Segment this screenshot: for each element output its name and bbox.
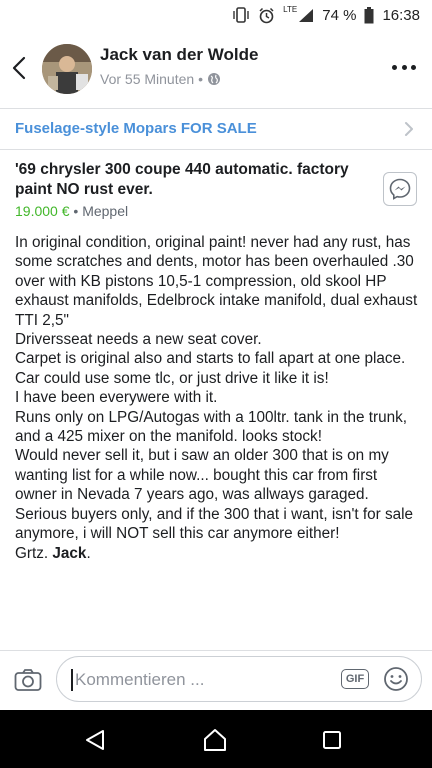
camera-button[interactable] (14, 668, 42, 697)
nav-recents-button[interactable] (322, 730, 342, 755)
signature-end: . (86, 544, 91, 562)
battery-icon (364, 6, 374, 24)
listing-info: '69 chrysler 300 coupe 440 automatic. fa… (15, 160, 370, 219)
listing-title: '69 chrysler 300 coupe 440 automatic. fa… (15, 161, 349, 198)
signal-icon: LTE (283, 4, 314, 23)
more-options-button[interactable] (392, 60, 416, 74)
avatar[interactable] (42, 44, 92, 94)
nav-back-button[interactable] (84, 729, 106, 756)
emoji-button[interactable] (383, 666, 409, 697)
globe-icon (208, 73, 221, 85)
listing-description: In original condition, original paint! n… (15, 233, 420, 563)
square-recents-icon (323, 731, 341, 749)
text-cursor (71, 669, 73, 691)
meta-separator: • (198, 71, 204, 87)
comment-placeholder: Kommentieren ... (75, 670, 205, 689)
signature: Jack (52, 544, 87, 562)
nav-home-button[interactable] (202, 728, 228, 757)
status-bar: LTE 74 % 16:38 (0, 0, 432, 30)
chevron-left-icon (12, 56, 26, 80)
comment-bar: Kommentieren ... GIF (0, 650, 432, 710)
listing-price: 19.000 € (15, 203, 70, 219)
group-link[interactable]: Fuselage-style Mopars FOR SALE (0, 109, 432, 149)
alarm-icon (258, 7, 275, 24)
more-dots-icon (392, 64, 397, 70)
battery-percent: 74 % (322, 6, 357, 24)
triangle-back-icon (86, 730, 104, 750)
back-button[interactable] (8, 50, 30, 86)
clock: 16:38 (382, 6, 420, 24)
message-seller-button[interactable] (383, 172, 417, 206)
emoji-icon (384, 667, 408, 691)
listing-meta: 19.000 € • Meppel (15, 203, 370, 219)
divider (0, 149, 432, 150)
system-nav-bar (0, 710, 432, 768)
author-name[interactable]: Jack van der Wolde (100, 45, 258, 65)
home-icon (204, 729, 226, 751)
gif-button[interactable]: GIF (341, 669, 369, 689)
listing-location: Meppel (82, 203, 129, 219)
description-text: In original condition, original paint! n… (15, 234, 418, 562)
post-timestamp[interactable]: Vor 55 Minuten • (100, 71, 221, 87)
timestamp-text: Vor 55 Minuten (100, 71, 195, 87)
post-header: Jack van der Wolde Vor 55 Minuten • (0, 34, 432, 104)
messenger-icon (389, 178, 411, 200)
comment-input[interactable]: Kommentieren ... GIF (56, 656, 422, 702)
camera-icon (14, 669, 42, 691)
network-type: LTE (283, 4, 298, 14)
group-name: Fuselage-style Mopars FOR SALE (15, 120, 257, 137)
listing-separator: • (69, 203, 83, 219)
chevron-right-icon (405, 122, 413, 136)
vibrate-icon (232, 7, 250, 23)
